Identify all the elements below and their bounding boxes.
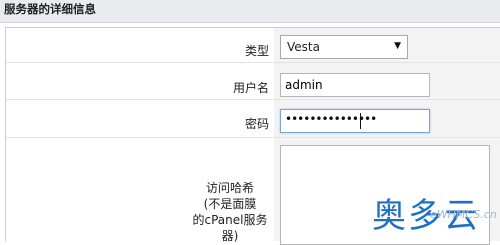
type-select[interactable]: Vesta ▼ bbox=[280, 35, 408, 59]
dropdown-arrow-icon: ▼ bbox=[394, 41, 401, 51]
section-header: 服务器的详细信息 bbox=[0, 0, 500, 23]
username-input[interactable] bbox=[280, 73, 430, 97]
accesshash-label: 访问哈希 (不是面膜 的cPanel服务器) bbox=[190, 180, 270, 244]
row-divider bbox=[6, 99, 500, 100]
accesshash-label-line: (不是面膜 bbox=[203, 197, 257, 211]
accesshash-label-line: 的cPanel服务器) bbox=[192, 213, 268, 243]
password-mask: ••••••••••••••• bbox=[285, 112, 377, 126]
username-label: 用户名 bbox=[232, 81, 269, 95]
row-divider bbox=[6, 62, 500, 63]
section-title: 服务器的详细信息 bbox=[4, 2, 96, 16]
password-input[interactable]: ••••••••••••••• bbox=[280, 109, 430, 133]
accesshash-label-line: 访问哈希 bbox=[205, 181, 254, 195]
password-label: 密码 bbox=[244, 117, 269, 131]
text-caret bbox=[360, 113, 361, 129]
row-divider bbox=[6, 137, 500, 138]
type-label: 类型 bbox=[244, 44, 269, 58]
watermark-subtext: eWHMCS.cn bbox=[430, 208, 497, 221]
type-select-value: Vesta bbox=[287, 40, 320, 54]
